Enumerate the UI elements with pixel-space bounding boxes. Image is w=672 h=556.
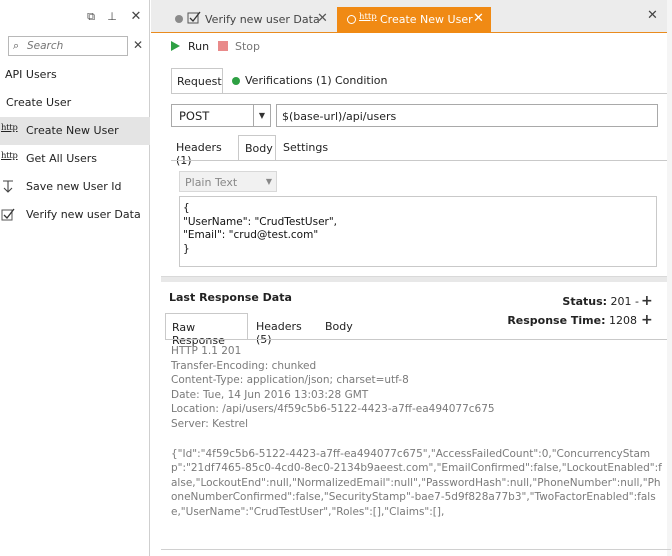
status-value: 201 -: [610, 295, 639, 308]
tab-label: Settings: [283, 141, 329, 154]
search-box[interactable]: ⌕: [8, 36, 128, 56]
clear-search-icon[interactable]: ✕: [133, 38, 143, 52]
pane-splitter[interactable]: [161, 276, 672, 282]
tree-item-label: Create User: [6, 96, 72, 109]
search-input[interactable]: [27, 38, 123, 54]
http-icon: http: [359, 12, 377, 22]
response-line: Content-Type: application/json; charset=…: [171, 374, 409, 387]
response-line: Date: Tue, 14 Jun 2016 13:03:28 GMT: [171, 388, 369, 401]
explorer-header: ⧉ ⊥ ✕: [0, 0, 149, 33]
http-icon: http: [1, 123, 18, 133]
request-body-editor[interactable]: { "UserName": "CrudTestUser", "Email": "…: [179, 196, 657, 267]
checkbox-icon: [1, 208, 17, 222]
url-field[interactable]: [276, 104, 658, 127]
maximize-icon[interactable]: ⧉: [84, 10, 98, 24]
response-json: {"Id":"4f59c5b6-5122-4423-a7ff-ea494077c…: [171, 447, 662, 518]
tab-label: Headers (1): [176, 141, 222, 167]
tree-item-label: Verify new user Data: [26, 208, 141, 221]
divider: [171, 93, 672, 94]
stop-icon[interactable]: [218, 41, 228, 51]
tab-verifications[interactable]: Verifications (1): [232, 68, 332, 93]
tree-item-verify-new-user-data[interactable]: Verify new user Data: [0, 201, 150, 229]
close-icon[interactable]: ✕: [647, 8, 658, 23]
tab-label: Condition: [335, 74, 388, 87]
tab-label: Verify new user Data: [205, 13, 320, 26]
response-time-readout: Response Time: 1208: [507, 314, 637, 327]
close-tab-icon[interactable]: ✕: [473, 11, 484, 26]
status-dot-icon: [232, 77, 240, 85]
tab-raw-response[interactable]: Raw Response: [165, 313, 248, 347]
response-time-label: Response Time:: [507, 314, 606, 327]
tab-label: Verifications (1): [245, 74, 332, 87]
tab-verify-new-user-data[interactable]: Verify new user Data ✕: [165, 7, 335, 33]
tab-label: Body: [245, 142, 273, 155]
http-icon: http: [1, 151, 18, 161]
play-icon[interactable]: [171, 41, 180, 51]
vertical-scrollbar[interactable]: [667, 0, 672, 556]
checkbox-icon: [187, 11, 201, 28]
tree-item-save-new-user-id[interactable]: Save new User Id: [0, 173, 150, 201]
close-tab-icon[interactable]: ✕: [317, 11, 328, 26]
tab-settings[interactable]: Settings: [278, 135, 328, 160]
body-format-value: Plain Text: [185, 176, 238, 189]
response-line: Server: Kestrel: [171, 417, 248, 430]
raw-response-text[interactable]: HTTP 1.1 201 Transfer-Encoding: chunked …: [171, 344, 666, 520]
search-icon: ⌕: [13, 39, 20, 52]
tree-item-label: API Users: [5, 68, 57, 81]
chevron-down-icon[interactable]: ▼: [253, 105, 270, 126]
divider: [161, 549, 671, 550]
document-tabbar: Verify new user Data ✕ http Create New U…: [151, 0, 672, 33]
tab-body[interactable]: Body: [238, 135, 276, 160]
pin-icon[interactable]: ⊥: [105, 10, 119, 24]
tab-label: Body: [325, 320, 353, 333]
tree-item-label: Create New User: [26, 124, 119, 137]
response-line: Location: /api/users/4f59c5b6-5122-4423-…: [171, 403, 495, 416]
editor-area: Verify new user Data ✕ http Create New U…: [151, 0, 672, 556]
tab-response-body[interactable]: Body: [319, 313, 359, 339]
status-label: Status:: [562, 295, 608, 308]
tree-item-label: Save new User Id: [26, 180, 122, 193]
explorer-panel: ⧉ ⊥ ✕ ⌕ ✕ API Users Create User http Cre…: [0, 0, 150, 556]
run-button[interactable]: Run: [188, 40, 209, 53]
response-line: HTTP 1.1 201: [171, 345, 242, 357]
request-body-text[interactable]: { "UserName": "CrudTestUser", "Email": "…: [180, 197, 656, 256]
status-dot-icon: [347, 15, 356, 24]
tree-item-label: Get All Users: [26, 152, 98, 165]
tree-item-create-new-user[interactable]: http Create New User: [0, 117, 150, 145]
tab-create-new-user[interactable]: http Create New User ✕: [337, 7, 491, 33]
method-value: POST: [179, 109, 210, 123]
divider: [165, 339, 672, 340]
tree-item-get-all-users[interactable]: http Get All Users: [0, 145, 150, 173]
test-tree: API Users Create User http Create New Us…: [0, 61, 150, 229]
chevron-down-icon[interactable]: ▼: [266, 177, 272, 186]
tree-item-api-users[interactable]: API Users: [0, 61, 150, 89]
tab-label: Request: [177, 75, 222, 88]
tree-item-create-user[interactable]: Create User: [0, 89, 150, 117]
method-select[interactable]: POST ▼: [171, 104, 271, 127]
url-input[interactable]: [282, 108, 652, 124]
divider: [171, 160, 672, 161]
status-dot-icon: [175, 15, 183, 23]
tab-headers[interactable]: Headers (1): [171, 135, 239, 167]
toolbar: Run Stop: [151, 38, 451, 58]
response-line: Transfer-Encoding: chunked: [171, 359, 317, 372]
arrow-down-icon: [1, 180, 17, 194]
tab-condition[interactable]: Condition: [334, 68, 394, 93]
response-title: Last Response Data: [169, 291, 292, 304]
tab-label: Headers (5): [256, 320, 302, 346]
expand-time-icon[interactable]: +: [641, 313, 653, 327]
status-readout: Status: 201 -: [562, 295, 639, 308]
tab-label: Create New User: [380, 13, 473, 26]
expand-status-icon[interactable]: +: [641, 294, 653, 308]
response-time-value: 1208: [609, 314, 637, 327]
tab-request[interactable]: Request: [171, 68, 223, 93]
tab-response-headers[interactable]: Headers (5): [251, 313, 317, 346]
stop-button[interactable]: Stop: [235, 40, 260, 53]
close-icon[interactable]: ✕: [129, 10, 143, 24]
body-format-select[interactable]: Plain Text ▼: [179, 171, 277, 192]
